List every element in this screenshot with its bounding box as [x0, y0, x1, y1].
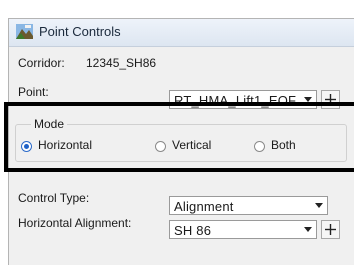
window-title: Point Controls [39, 24, 121, 39]
corridor-label: Corridor: [18, 56, 65, 70]
chevron-down-icon [315, 203, 323, 208]
chevron-down-icon [304, 227, 312, 232]
control-type-dropdown[interactable]: Alignment [169, 196, 328, 215]
control-type-value: Alignment [174, 199, 234, 214]
point-label: Point: [18, 85, 49, 99]
corridor-app-icon [16, 24, 33, 39]
horizontal-alignment-dropdown[interactable]: SH 86 [169, 220, 317, 239]
horizontal-alignment-label: Horizontal Alignment: [18, 216, 132, 230]
point-controls-dialog: Point Controls Corridor: 12345_SH86 Poin… [4, 18, 354, 265]
control-type-label: Control Type: [18, 191, 90, 205]
mode-highlight-callout [4, 102, 354, 172]
crosshair-icon [325, 224, 336, 235]
alignment-pick-button[interactable] [321, 220, 340, 239]
title-bar[interactable]: Point Controls [9, 19, 354, 47]
horizontal-alignment-value: SH 86 [174, 223, 212, 238]
corridor-value: 12345_SH86 [86, 56, 157, 70]
